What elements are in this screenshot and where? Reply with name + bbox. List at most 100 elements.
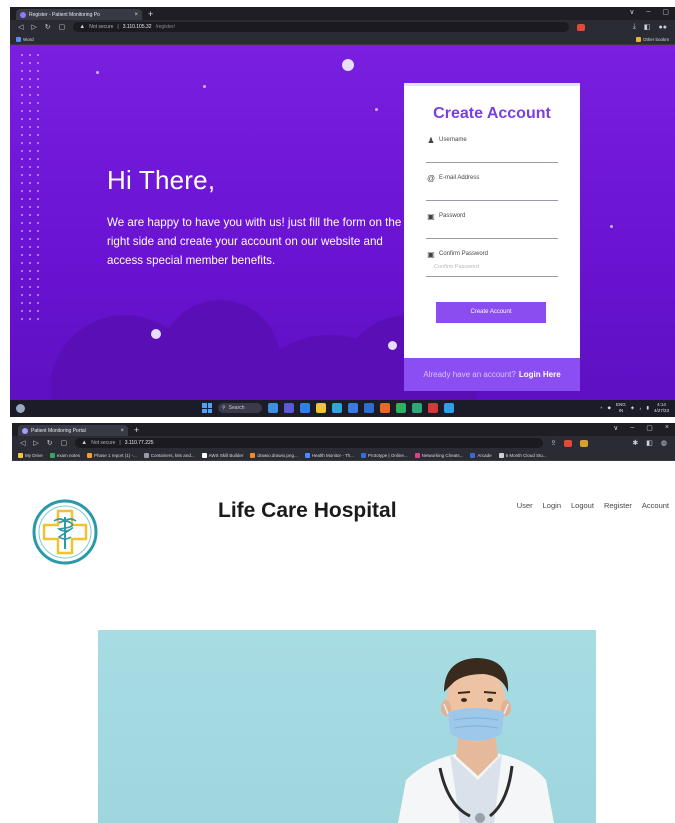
url-field[interactable]: ▲ Not secure | 3.110.77.225 [75,438,543,448]
tab-strip: Register - Patient Monitoring Po × + ∨ –… [10,7,675,20]
volume-icon[interactable]: ♪ [639,406,641,411]
puzzle-icon[interactable]: ✱ [632,439,638,447]
browser-tab[interactable]: Register - Patient Monitoring Po × [16,9,142,20]
clock[interactable]: 4:14 4/27/23 [654,402,669,414]
taskbar-search[interactable]: ⚲ Search [218,403,262,413]
share-icon[interactable]: ⇪ [551,439,557,447]
user-icon: ♟ [427,136,435,145]
register-page: Hi There, We are happy to have you with … [10,45,675,400]
windows-taskbar: ⚲ Search ^ ◆ ENG IN ◈ ♪ ▮ 4:14 4/27/23 [10,400,675,417]
sidebar-icon[interactable]: ◧ [644,23,651,31]
download-icon[interactable]: ⤓ [633,23,636,31]
tab-icon[interactable]: ▢ [61,439,68,447]
taskbar-apps: ⚲ Search [202,403,454,413]
other-bookmarks[interactable]: Other bookm [635,36,669,42]
bookmark-item[interactable]: My Drive [18,452,43,458]
reload-icon[interactable]: ↻ [47,439,53,447]
warning-icon: ▲ [81,440,88,446]
bookmark-item[interactable]: Phase 1 report (1) -... [87,452,137,458]
language-indicator[interactable]: ENG IN [616,402,626,414]
widgets-icon[interactable] [268,403,278,413]
email-input[interactable] [434,186,554,196]
minimize-icon[interactable]: – [646,8,650,16]
app-icon[interactable] [444,403,454,413]
forward-icon[interactable]: ▷ [33,439,38,447]
battery-icon[interactable]: ▮ [647,405,649,411]
close-tab-icon[interactable]: × [134,12,138,18]
nav-user[interactable]: User [517,501,533,510]
task-view-icon[interactable] [284,403,294,413]
maximize-icon[interactable]: ▢ [662,8,669,16]
store-icon[interactable] [348,403,358,413]
file-explorer-icon[interactable] [316,403,326,413]
bubble-decoration [151,329,161,339]
forward-icon[interactable]: ▷ [31,23,36,31]
nav-login[interactable]: Login [543,501,561,510]
nav-logout[interactable]: Logout [571,501,594,510]
create-account-button[interactable]: Create Account [436,302,546,323]
close-window-icon[interactable]: × [665,424,669,432]
confirm-password-label: Confirm Password [439,251,489,257]
notes-icon [49,452,55,458]
profile-icon[interactable]: ◍ [661,439,667,447]
profile-icon[interactable]: ●● [659,24,667,31]
sidebar-icon[interactable]: ◧ [646,439,653,447]
nav-register[interactable]: Register [604,501,632,510]
app-icon[interactable] [364,403,374,413]
username-field: ♟ Username [426,135,558,163]
reload-icon[interactable]: ↻ [45,23,51,31]
monitor-icon [304,452,310,458]
hospital-logo [32,499,98,565]
new-tab-button[interactable]: + [134,425,139,436]
prototype-icon [360,452,366,458]
edge-icon[interactable] [332,403,342,413]
extension-icon[interactable] [576,23,585,31]
start-icon[interactable] [202,403,212,413]
chat-icon[interactable] [300,403,310,413]
browser-tab[interactable]: Patient Monitoring Portal × [18,425,128,436]
chevron-up-icon[interactable]: ^ [600,406,602,411]
bookmark-item[interactable]: Containers, k8s and... [143,452,195,458]
weather-icon[interactable] [16,404,25,413]
app-icon[interactable] [396,403,406,413]
bookmarks-bar: Word Other bookm [10,34,675,45]
hero-title: Hi There, [107,165,216,195]
url-field[interactable]: ▲ Not secure | 3.110.105.32 /register/ [73,22,569,32]
bookmark-item[interactable]: Networking Cheats... [414,452,463,458]
tab-search-icon[interactable]: ∨ [629,8,634,16]
bookmark-item[interactable]: exam notes [49,452,80,458]
back-icon[interactable]: ◁ [20,439,25,447]
drawio-icon [250,452,256,458]
app-icon[interactable] [428,403,438,413]
nav-account[interactable]: Account [642,501,669,510]
confirm-password-input[interactable] [434,262,554,272]
back-icon[interactable]: ◁ [18,23,23,31]
minimize-icon[interactable]: – [630,424,634,432]
bookmark-item[interactable]: Prototype | Online... [360,452,408,458]
email-field: @ E-mail Address [426,173,558,201]
hospital-name: Life Care Hospital [218,499,397,522]
bookmark-item[interactable]: 6 Month Cloud Stu... [498,452,547,458]
footer-question: Already have an account? [423,370,516,379]
extension-icon[interactable] [564,439,573,447]
bookmark-item[interactable]: AWS Skill Builder [201,452,243,458]
close-tab-icon[interactable]: × [120,428,124,434]
chrome-icon[interactable] [412,403,422,413]
app-icon[interactable] [380,403,390,413]
new-tab-button[interactable]: + [148,9,153,20]
bookmark-item[interactable]: drawio.drawio.png... [250,452,298,458]
login-here-link[interactable]: Login Here [519,370,561,379]
username-input[interactable] [434,148,554,158]
tab-title: Register - Patient Monitoring Po [29,11,100,18]
password-input[interactable] [434,224,554,234]
extension-icon[interactable] [580,439,589,447]
maximize-icon[interactable]: ▢ [646,424,653,432]
tab-icon[interactable]: ▢ [59,23,66,31]
bookmark-item[interactable]: Word [16,36,34,42]
wifi-icon[interactable]: ◈ [631,405,634,411]
bookmark-item[interactable]: Health Monitor - Th... [304,452,354,458]
tab-search-icon[interactable]: ∨ [613,424,618,432]
bookmark-item[interactable]: Arcade [470,452,492,458]
username-label: Username [439,137,467,143]
tray-icon[interactable]: ◆ [608,405,611,411]
